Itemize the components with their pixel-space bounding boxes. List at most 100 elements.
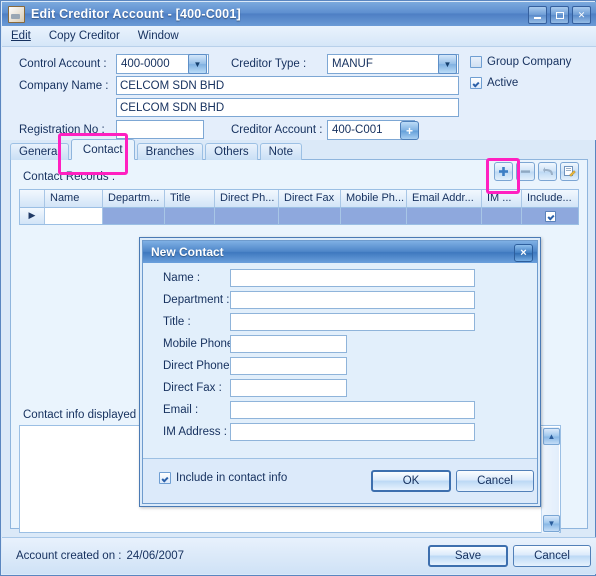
table-row[interactable]: ▶ <box>20 208 578 224</box>
menu-item-window[interactable]: Window <box>129 28 188 44</box>
cell-include[interactable] <box>522 208 578 224</box>
window-title: Edit Creditor Account - [400-C001] <box>31 7 241 21</box>
save-button[interactable]: Save <box>428 545 508 567</box>
document-icon <box>8 5 25 23</box>
grid-col-direct-phone[interactable]: Direct Ph... <box>215 190 279 208</box>
close-icon[interactable]: ✕ <box>572 6 591 24</box>
edit-note-button[interactable] <box>560 162 579 181</box>
dialog-department-label: Department : <box>163 294 230 306</box>
scrollbar[interactable]: ▲ ▼ <box>541 427 560 533</box>
company-name-field[interactable]: CELCOM SDN BHD <box>116 76 459 95</box>
undo-button[interactable] <box>538 162 557 181</box>
dialog-close-icon[interactable]: × <box>514 244 533 262</box>
checkbox-box <box>470 77 482 89</box>
dialog-title-bar: New Contact × <box>143 241 537 263</box>
registration-no-label: Registration No : <box>19 124 105 136</box>
active-checkbox[interactable]: Active <box>470 77 518 89</box>
grid-col-include[interactable]: Include... <box>522 190 578 208</box>
grid-col-email-address[interactable]: Email Addr... <box>407 190 482 208</box>
title-bar: Edit Creditor Account - [400-C001] ✕ <box>2 2 596 26</box>
tab-contact[interactable]: Contact <box>70 139 135 160</box>
tab-others[interactable]: Others <box>205 143 258 160</box>
tab-branches[interactable]: Branches <box>136 143 204 160</box>
minimize-icon[interactable] <box>528 6 547 24</box>
company-name-field-2[interactable]: CELCOM SDN BHD <box>116 98 459 117</box>
grid-col-department[interactable]: Departm... <box>103 190 165 208</box>
contact-records-grid: Name Departm... Title Direct Ph... Direc… <box>19 189 579 225</box>
group-company-checkbox[interactable]: Group Company <box>470 56 571 68</box>
grid-header-row: Name Departm... Title Direct Ph... Direc… <box>20 190 578 208</box>
window-controls: ✕ <box>528 6 591 24</box>
registration-no-field[interactable] <box>116 120 204 139</box>
grid-col-im[interactable]: IM ... <box>482 190 522 208</box>
dialog-mobile-phone-input[interactable] <box>230 335 347 353</box>
grid-col-title[interactable]: Title <box>165 190 215 208</box>
company-name-label: Company Name : <box>19 80 109 92</box>
creditor-header-form: Control Account : 400-0000 ▼ Creditor Ty… <box>2 47 596 140</box>
chevron-down-icon[interactable]: ▼ <box>188 54 207 74</box>
dialog-im-address-label: IM Address : <box>163 426 227 438</box>
dialog-direct-phone-label: Direct Phone : <box>163 360 236 372</box>
cell-im[interactable] <box>482 208 522 224</box>
remove-contact-button[interactable] <box>516 162 535 181</box>
include-in-contact-info-label: Include in contact info <box>176 472 288 484</box>
dialog-email-input[interactable] <box>230 401 475 419</box>
contact-records-label: Contact Records : <box>23 171 116 183</box>
include-in-contact-info-checkbox[interactable]: Include in contact info <box>159 472 287 484</box>
chevron-down-icon[interactable]: ▼ <box>438 54 457 74</box>
menu-item-edit[interactable]: Edit <box>2 28 40 44</box>
dialog-inner-frame: New Contact × Name : Department : Title … <box>142 240 538 504</box>
cell-direct-fax[interactable] <box>279 208 341 224</box>
add-creditor-account-icon[interactable]: + <box>400 121 419 140</box>
cell-department[interactable] <box>103 208 165 224</box>
scroll-down-icon[interactable]: ▼ <box>543 515 560 532</box>
grid-col-name[interactable]: Name <box>45 190 103 208</box>
creditor-account-label: Creditor Account : <box>231 124 323 136</box>
dialog-body: Name : Department : Title : Mobile Phone… <box>143 263 537 459</box>
creditor-type-combo[interactable]: MANUF ▼ <box>327 54 459 74</box>
checkbox-box <box>470 56 482 68</box>
status-bar: Account created on : 24/06/2007 Save Can… <box>2 537 596 574</box>
dialog-direct-fax-label: Direct Fax : <box>163 382 222 394</box>
row-indicator-icon: ▶ <box>20 208 45 224</box>
dialog-email-label: Email : <box>163 404 199 416</box>
menu-bar: Edit Copy Creditor Window <box>2 26 596 47</box>
creditor-type-value: MANUF <box>332 58 373 70</box>
dialog-title: New Contact <box>151 245 224 259</box>
dialog-direct-phone-input[interactable] <box>230 357 347 375</box>
control-account-value: 400-0000 <box>121 58 170 70</box>
control-account-combo[interactable]: 400-0000 ▼ <box>116 54 209 74</box>
maximize-icon[interactable] <box>550 6 569 24</box>
contact-grid-toolbar <box>494 162 579 181</box>
dialog-name-input[interactable] <box>230 269 475 287</box>
add-contact-button[interactable] <box>494 162 513 181</box>
grid-col-direct-fax[interactable]: Direct Fax <box>279 190 341 208</box>
grid-col-mobile-phone[interactable]: Mobile Ph... <box>341 190 407 208</box>
new-contact-dialog: New Contact × Name : Department : Title … <box>139 237 541 507</box>
cell-direct-phone[interactable] <box>215 208 279 224</box>
scroll-up-icon[interactable]: ▲ <box>543 428 560 445</box>
dialog-im-address-input[interactable] <box>230 423 475 441</box>
edit-creditor-account-window: Edit Creditor Account - [400-C001] ✕ Edi… <box>0 0 596 576</box>
dialog-department-input[interactable] <box>230 291 475 309</box>
dialog-cancel-button[interactable]: Cancel <box>456 470 534 492</box>
account-created-value: 24/06/2007 <box>126 550 185 562</box>
include-checkbox[interactable] <box>544 210 556 222</box>
control-account-label: Control Account : <box>19 58 107 70</box>
dialog-ok-button[interactable]: OK <box>371 470 451 492</box>
cancel-button[interactable]: Cancel <box>513 545 591 567</box>
cell-name[interactable] <box>45 208 103 224</box>
cell-mobile-phone[interactable] <box>341 208 407 224</box>
tab-general[interactable]: General <box>10 143 69 160</box>
cell-title[interactable] <box>165 208 215 224</box>
menu-item-copy-creditor[interactable]: Copy Creditor <box>40 28 129 44</box>
dialog-title-input[interactable] <box>230 313 475 331</box>
dialog-title-label: Title : <box>163 316 191 328</box>
dialog-name-label: Name : <box>163 272 201 284</box>
dialog-direct-fax-input[interactable] <box>230 379 347 397</box>
cell-email-address[interactable] <box>407 208 482 224</box>
account-created-label: Account created on : <box>16 550 122 562</box>
tab-note[interactable]: Note <box>259 143 302 160</box>
creditor-type-label: Creditor Type : <box>231 58 307 70</box>
dialog-footer: Include in contact info OK Cancel <box>143 458 537 503</box>
